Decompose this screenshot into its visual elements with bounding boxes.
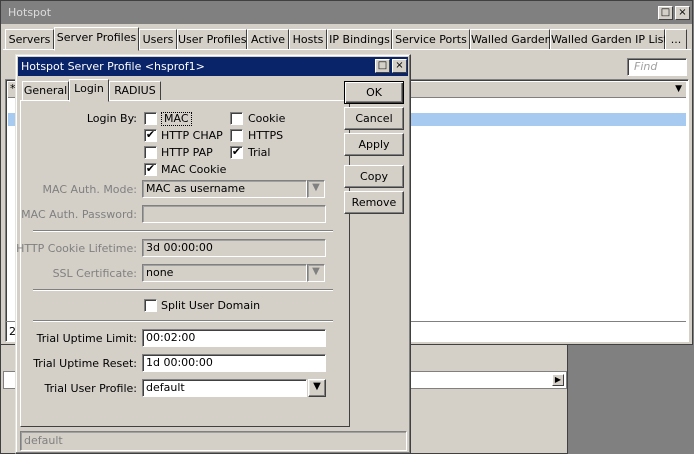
http-chap-label: HTTP CHAP bbox=[161, 129, 223, 142]
trial-checkbox[interactable]: ✔ bbox=[230, 146, 243, 159]
tab-radius[interactable]: RADIUS bbox=[109, 81, 161, 101]
maximize-icon[interactable]: □ bbox=[375, 59, 390, 73]
apply-button[interactable]: Apply bbox=[344, 133, 404, 156]
split-user-domain-label: Split User Domain bbox=[161, 299, 261, 312]
https-label: HTTPS bbox=[248, 129, 284, 142]
divider bbox=[33, 289, 333, 291]
close-icon[interactable]: × bbox=[392, 59, 407, 73]
tab-walled-garden[interactable]: Walled Garden bbox=[470, 29, 552, 50]
remove-button[interactable]: Remove bbox=[344, 191, 404, 214]
close-icon[interactable]: × bbox=[675, 6, 690, 20]
status-bar: default bbox=[20, 431, 407, 451]
cookie-label: Cookie bbox=[248, 112, 286, 125]
tab-user-profiles[interactable]: User Profiles bbox=[177, 29, 247, 50]
mac-auth-password-field[interactable] bbox=[142, 205, 326, 223]
copy-button[interactable]: Copy bbox=[344, 165, 404, 188]
divider bbox=[33, 230, 333, 232]
login-by-label: Login By: bbox=[86, 112, 137, 125]
window-title: Hotspot bbox=[1, 1, 692, 24]
mac-auth-mode-select[interactable]: MAC as username bbox=[142, 180, 307, 198]
cookie-lifetime-field[interactable]: 3d 00:00:00 bbox=[142, 239, 326, 257]
trial-label: Trial bbox=[248, 146, 271, 159]
trial-user-profile-label: Trial User Profile: bbox=[44, 382, 137, 395]
find-input[interactable]: Find bbox=[627, 58, 687, 76]
https-checkbox[interactable] bbox=[230, 129, 243, 142]
mac-cookie-label: MAC Cookie bbox=[161, 163, 227, 176]
mac-checkbox[interactable] bbox=[144, 112, 157, 125]
mac-cookie-checkbox[interactable]: ✔ bbox=[144, 163, 157, 176]
tab-users[interactable]: Users bbox=[139, 29, 177, 50]
tab-login[interactable]: Login bbox=[69, 79, 109, 102]
tab-server-profiles[interactable]: Server Profiles bbox=[54, 27, 139, 51]
split-user-domain-checkbox[interactable] bbox=[144, 299, 157, 312]
tab-hosts[interactable]: Hosts bbox=[289, 29, 327, 50]
cookie-lifetime-label: HTTP Cookie Lifetime: bbox=[16, 242, 137, 255]
trial-uptime-limit-field[interactable]: 00:02:00 bbox=[142, 329, 326, 347]
dropdown-arrow-icon[interactable]: ▼ bbox=[308, 379, 326, 397]
tab-service-ports[interactable]: Service Ports bbox=[392, 29, 470, 50]
cookie-checkbox[interactable] bbox=[230, 112, 243, 125]
http-pap-label: HTTP PAP bbox=[161, 146, 213, 159]
tab-general[interactable]: General bbox=[22, 81, 69, 101]
tab-servers[interactable]: Servers bbox=[5, 29, 54, 50]
tab-walled-garden-ip-list[interactable]: Walled Garden IP List bbox=[550, 29, 668, 50]
http-pap-checkbox[interactable] bbox=[144, 146, 157, 159]
scroll-right-icon[interactable]: ▶ bbox=[552, 374, 564, 386]
dropdown-arrow-icon[interactable]: ▼ bbox=[307, 180, 325, 198]
trial-user-profile-select[interactable]: default bbox=[142, 379, 307, 397]
http-chap-checkbox[interactable]: ✔ bbox=[144, 129, 157, 142]
trial-uptime-limit-label: Trial Uptime Limit: bbox=[36, 332, 137, 345]
ssl-certificate-select[interactable]: none bbox=[142, 264, 307, 282]
mac-auth-mode-label: MAC Auth. Mode: bbox=[42, 183, 137, 196]
cancel-button[interactable]: Cancel bbox=[344, 107, 404, 130]
mac-auth-password-label: MAC Auth. Password: bbox=[21, 208, 137, 221]
dropdown-arrow-icon[interactable]: ▼ bbox=[675, 84, 682, 94]
trial-uptime-reset-field[interactable]: 1d 00:00:00 bbox=[142, 354, 326, 372]
divider bbox=[33, 320, 333, 322]
trial-uptime-reset-label: Trial Uptime Reset: bbox=[33, 357, 137, 370]
tab-more[interactable]: ... bbox=[665, 29, 687, 50]
dialog-title: Hotspot Server Profile <hsprof1> bbox=[18, 57, 408, 76]
ok-button[interactable]: OK bbox=[344, 81, 404, 104]
ssl-certificate-label: SSL Certificate: bbox=[52, 267, 137, 280]
login-panel: Login By: MAC Cookie ✔ HTTP CHAP HTTPS H… bbox=[16, 100, 350, 427]
mac-label: MAC bbox=[161, 112, 192, 126]
server-profile-dialog: Hotspot Server Profile <hsprof1> □ × Gen… bbox=[15, 54, 411, 454]
maximize-icon[interactable]: □ bbox=[658, 6, 673, 20]
tab-ip-bindings[interactable]: IP Bindings bbox=[327, 29, 392, 50]
dropdown-arrow-icon[interactable]: ▼ bbox=[307, 264, 325, 282]
tab-active[interactable]: Active bbox=[247, 29, 289, 50]
